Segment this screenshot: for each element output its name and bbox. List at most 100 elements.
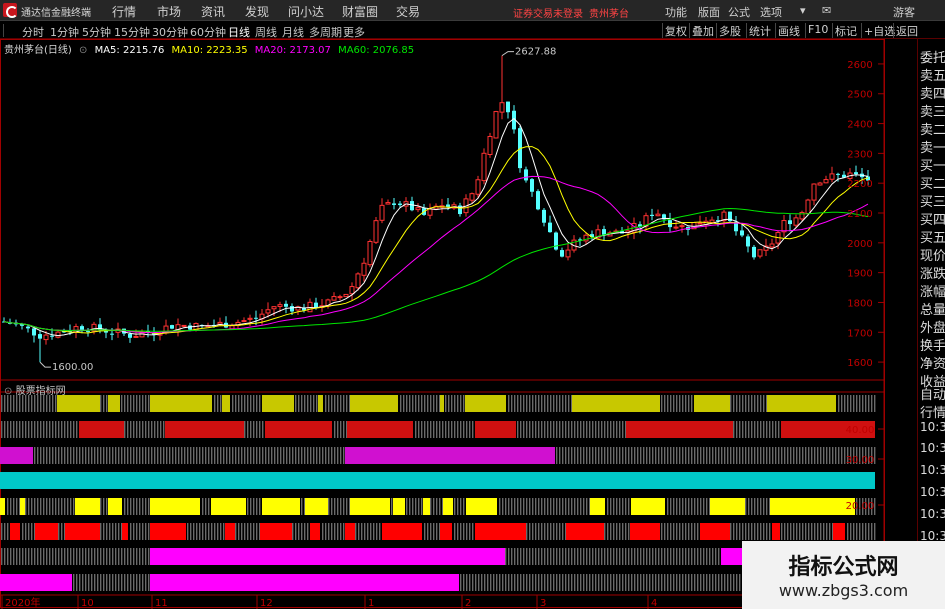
add-watchlist-button[interactable]: +自选	[861, 23, 897, 38]
menu-formula[interactable]: 公式	[728, 4, 750, 20]
kline-chart[interactable]: 2600 2500 2400 2300 2200 2100 2000 1900 1800 1700…	[0, 39, 885, 609]
lane-stripe	[628, 523, 630, 540]
menu-news[interactable]: 资讯	[201, 3, 225, 20]
lane-stripe	[766, 421, 768, 438]
menu-ask[interactable]: 问小达	[288, 3, 324, 20]
lane-stripe	[52, 548, 54, 565]
lane-stripe	[631, 574, 633, 591]
candle-body-up	[385, 202, 391, 205]
lane-stripe	[709, 574, 711, 591]
lane-stripe	[517, 574, 519, 591]
menu-wealth-circle[interactable]: 财富圈	[342, 3, 378, 20]
menu-trade[interactable]: 交易	[396, 3, 420, 20]
period-1min[interactable]: 1分钟	[50, 24, 79, 40]
lane-stripe	[763, 523, 765, 540]
period-weekly[interactable]: 周线	[255, 24, 277, 40]
lane-stripe	[238, 523, 240, 540]
statistics-button[interactable]: 统计	[746, 23, 773, 38]
period-30min[interactable]: 30分钟	[152, 24, 188, 40]
lane-stripe	[667, 523, 669, 540]
candle-body-down	[530, 179, 534, 192]
lane-bar	[310, 523, 320, 540]
low-marker	[39, 361, 51, 368]
lane-stripe	[625, 447, 627, 464]
lane-stripe	[427, 395, 429, 412]
lane-stripe	[259, 447, 261, 464]
lane-stripe	[781, 447, 783, 464]
lane-stripe	[346, 498, 348, 515]
lane-stripe	[790, 447, 792, 464]
lane-stripe	[292, 523, 294, 540]
lane-bar	[65, 523, 100, 540]
lane-stripe	[748, 498, 750, 515]
lane-stripe	[574, 574, 576, 591]
lane-stripe	[463, 395, 465, 412]
lane-stripe	[316, 395, 318, 412]
lane-stripe	[670, 498, 672, 515]
lane-stripe	[523, 421, 525, 438]
lane-stripe	[790, 523, 792, 540]
f10-button[interactable]: F10	[805, 23, 830, 38]
lane-stripe	[361, 523, 363, 540]
lane-stripe	[430, 498, 432, 515]
draw-line-button[interactable]: 画线	[775, 23, 802, 38]
period-60min[interactable]: 60分钟	[190, 24, 226, 40]
period-monthly[interactable]: 月线	[282, 24, 304, 40]
lane-stripe	[289, 447, 291, 464]
lane-stripe	[70, 447, 72, 464]
period-toolbar: 分时 1分钟 5分钟 15分钟 30分钟 60分钟 日线 周线 月线 多周期 更…	[0, 22, 945, 39]
period-intraday[interactable]: 分时	[22, 24, 44, 40]
period-15min[interactable]: 15分钟	[114, 24, 150, 40]
message-icon[interactable]: ✉	[822, 4, 831, 17]
legend-toggle-icon[interactable]: ⊙	[79, 45, 87, 56]
lane-stripe	[148, 421, 150, 438]
menu-market[interactable]: 市场	[157, 3, 181, 20]
lane-stripe	[7, 523, 9, 540]
period-multi[interactable]: 多周期	[309, 24, 342, 40]
indicator-toggle-icon[interactable]: ⊙	[4, 386, 12, 397]
tick-time: 10:31	[920, 420, 945, 434]
auto-quote-toggle[interactable]: 自动	[920, 384, 945, 403]
lane-stripe	[79, 548, 81, 565]
lane-stripe	[322, 523, 324, 540]
lane-stripe	[19, 395, 21, 412]
menu-layout[interactable]: 版面	[698, 4, 720, 20]
lane-stripe	[580, 498, 582, 515]
mark-button[interactable]: 标记	[832, 23, 859, 38]
period-daily[interactable]: 日线	[228, 24, 250, 40]
candle-body-down	[854, 172, 858, 175]
restore-rights-button[interactable]: 复权	[662, 23, 689, 38]
lane-stripe	[124, 395, 126, 412]
period-5min[interactable]: 5分钟	[82, 24, 111, 40]
guest-label[interactable]: 游客	[893, 4, 915, 20]
menu-discover[interactable]: 发现	[245, 3, 269, 20]
multi-stock-button[interactable]: 多股	[716, 23, 743, 38]
lane-stripe	[826, 447, 828, 464]
dropdown-icon[interactable]: ▾	[800, 4, 806, 17]
lane-stripe	[613, 523, 615, 540]
lane-bar	[772, 523, 780, 540]
menu-options[interactable]: 选项	[760, 4, 782, 20]
price-label: 2400	[847, 120, 872, 131]
lane-stripe	[142, 523, 144, 540]
lane-stripe	[229, 447, 231, 464]
back-button[interactable]: 返回	[893, 23, 920, 38]
period-more[interactable]: 更多	[343, 24, 365, 40]
lane-stripe	[703, 447, 705, 464]
lane-stripe	[715, 574, 717, 591]
lane-stripe	[250, 395, 252, 412]
lane-stripe	[604, 447, 606, 464]
lane-stripe	[247, 421, 249, 438]
lane-stripe	[241, 395, 243, 412]
lane-stripe	[37, 421, 39, 438]
lane-stripe	[625, 498, 627, 515]
menu-quotes[interactable]: 行情	[112, 3, 136, 20]
lane-stripe	[142, 574, 144, 591]
lane-stripe	[688, 548, 690, 565]
auto-quote-toggle[interactable]: 行情	[920, 402, 945, 421]
menu-functions[interactable]: 功能	[665, 4, 687, 20]
lane-stripe	[64, 447, 66, 464]
overlay-button[interactable]: 叠加	[689, 23, 716, 38]
lane-stripe	[10, 421, 12, 438]
lane-stripe	[565, 498, 567, 515]
